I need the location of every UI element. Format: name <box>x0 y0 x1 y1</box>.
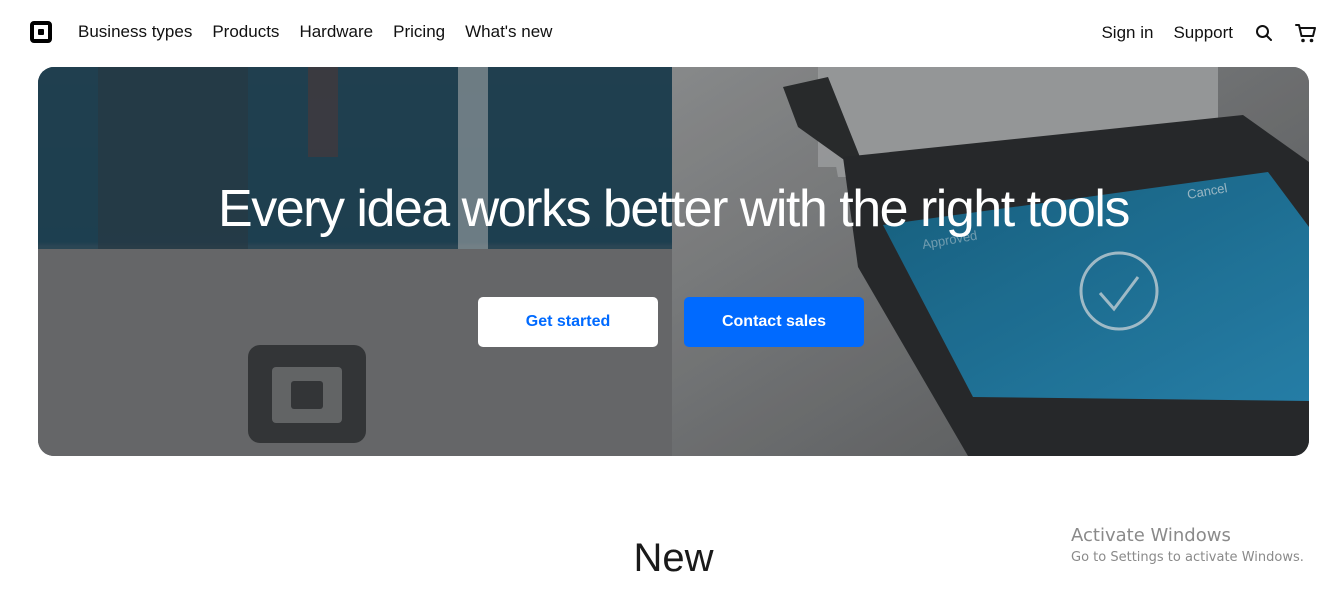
get-started-button[interactable]: Get started <box>478 297 658 347</box>
search-icon[interactable] <box>1253 22 1275 44</box>
nav-links: Business types Products Hardware Pricing… <box>78 22 552 42</box>
logo-inner-square <box>38 29 44 35</box>
hero-background-image: Cancel Approved <box>38 67 1309 456</box>
support-link[interactable]: Support <box>1173 23 1233 43</box>
nav-link-hardware[interactable]: Hardware <box>299 22 373 42</box>
nav-link-whats-new[interactable]: What's new <box>465 22 552 42</box>
hero-banner: Cancel Approved Every idea works better … <box>38 67 1309 456</box>
watermark-line-2: Go to Settings to activate Windows. <box>1071 550 1304 565</box>
hero-title: Every idea works better with the right t… <box>218 180 1130 238</box>
nav-link-business-types[interactable]: Business types <box>78 22 192 42</box>
nav-link-products[interactable]: Products <box>212 22 279 42</box>
activate-windows-watermark: Activate Windows Go to Settings to activ… <box>1071 525 1304 567</box>
cart-icon[interactable] <box>1295 22 1317 44</box>
top-nav: Business types Products Hardware Pricing… <box>0 0 1337 64</box>
contact-sales-button[interactable]: Contact sales <box>684 297 864 347</box>
nav-right: Sign in Support <box>1101 22 1317 44</box>
square-logo-icon[interactable] <box>30 21 52 43</box>
nav-link-pricing[interactable]: Pricing <box>393 22 445 42</box>
watermark-line-1: Activate Windows <box>1071 525 1231 546</box>
page: Business types Products Hardware Pricing… <box>0 0 1337 597</box>
sign-in-link[interactable]: Sign in <box>1101 23 1153 43</box>
